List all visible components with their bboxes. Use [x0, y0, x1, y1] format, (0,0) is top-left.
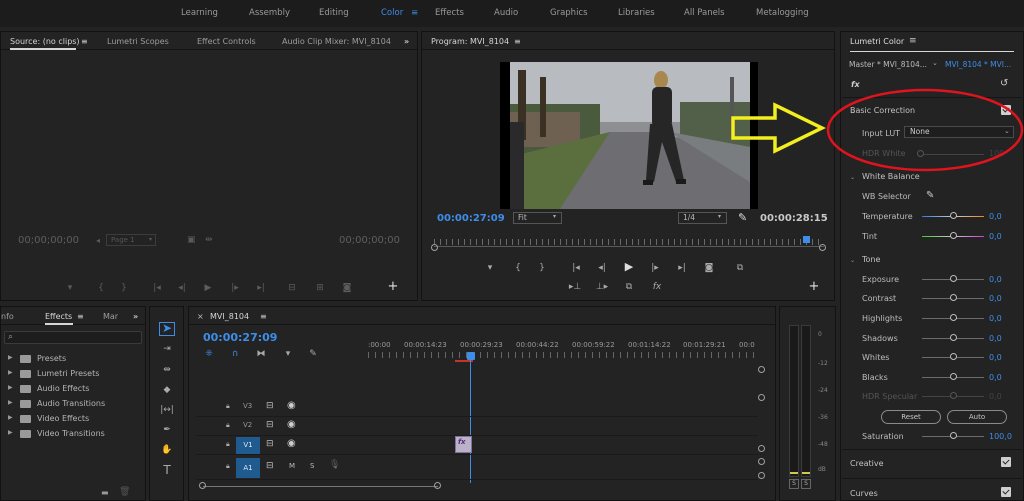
red-circle-annotation [826, 88, 1024, 172]
yellow-arrow-annotation [731, 102, 826, 154]
annotation-overlay [731, 88, 1024, 172]
